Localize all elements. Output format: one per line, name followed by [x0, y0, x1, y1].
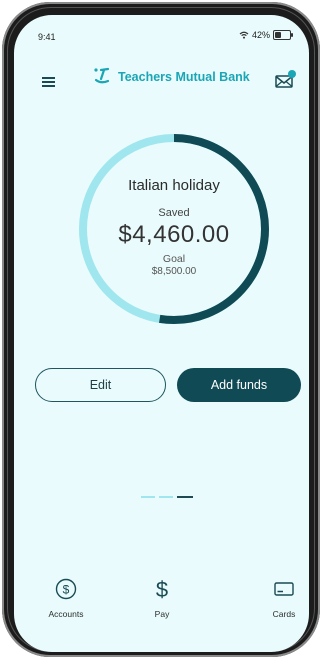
tab-pay-label: Pay: [154, 609, 170, 619]
wifi-icon: [239, 31, 249, 39]
bottom-tab-bar: $ Accounts $ Pay Cards: [14, 577, 309, 627]
card-icon: [274, 582, 294, 596]
saved-label: Saved: [158, 207, 190, 219]
battery-icon: [273, 30, 293, 40]
goal-summary: Italian holiday Saved $4,460.00 Goal $8,…: [78, 133, 270, 325]
app-header: Teachers Mutual Bank: [14, 57, 309, 89]
page-dot[interactable]: [159, 496, 173, 498]
status-bar: 9:41 42%: [14, 15, 309, 42]
tab-cards-label: Cards: [272, 609, 296, 619]
tab-accounts[interactable]: $ Accounts: [36, 577, 96, 619]
edit-button[interactable]: Edit: [35, 368, 166, 402]
brand-name: Teachers Mutual Bank: [118, 70, 250, 84]
teachers-mutual-logo-icon: [94, 67, 110, 84]
battery-percent: 42%: [251, 30, 270, 40]
status-right: 42%: [239, 30, 293, 40]
goal-amount: $8,500.00: [151, 266, 197, 277]
page-dot[interactable]: [141, 496, 155, 498]
phone-frame: 9:41 42% Teachers Mutual Bank Italian ho…: [2, 2, 320, 657]
messages-button[interactable]: [275, 70, 296, 89]
status-time: 9:41: [38, 32, 56, 42]
app-screen: 9:41 42% Teachers Mutual Bank Italian ho…: [14, 15, 309, 652]
tab-pay[interactable]: $ Pay: [132, 577, 192, 619]
goal-label: Goal: [162, 253, 186, 265]
goal-title: Italian holiday: [128, 177, 220, 194]
notification-dot: [288, 70, 296, 78]
tab-accounts-label: Accounts: [48, 609, 84, 619]
tab-cards[interactable]: Cards: [254, 577, 309, 619]
brand-logo: Teachers Mutual Bank: [93, 67, 250, 87]
dollar-icon: $: [156, 577, 168, 601]
page-dot-active[interactable]: [177, 496, 193, 498]
hamburger-menu-icon[interactable]: [42, 77, 55, 87]
dollar-circle-icon: $: [55, 578, 77, 600]
svg-text:$: $: [63, 583, 70, 597]
svg-text:$: $: [156, 577, 168, 601]
add-funds-button[interactable]: Add funds: [177, 368, 301, 402]
saved-amount: $4,460.00: [118, 221, 230, 248]
page-indicator: [141, 496, 193, 498]
